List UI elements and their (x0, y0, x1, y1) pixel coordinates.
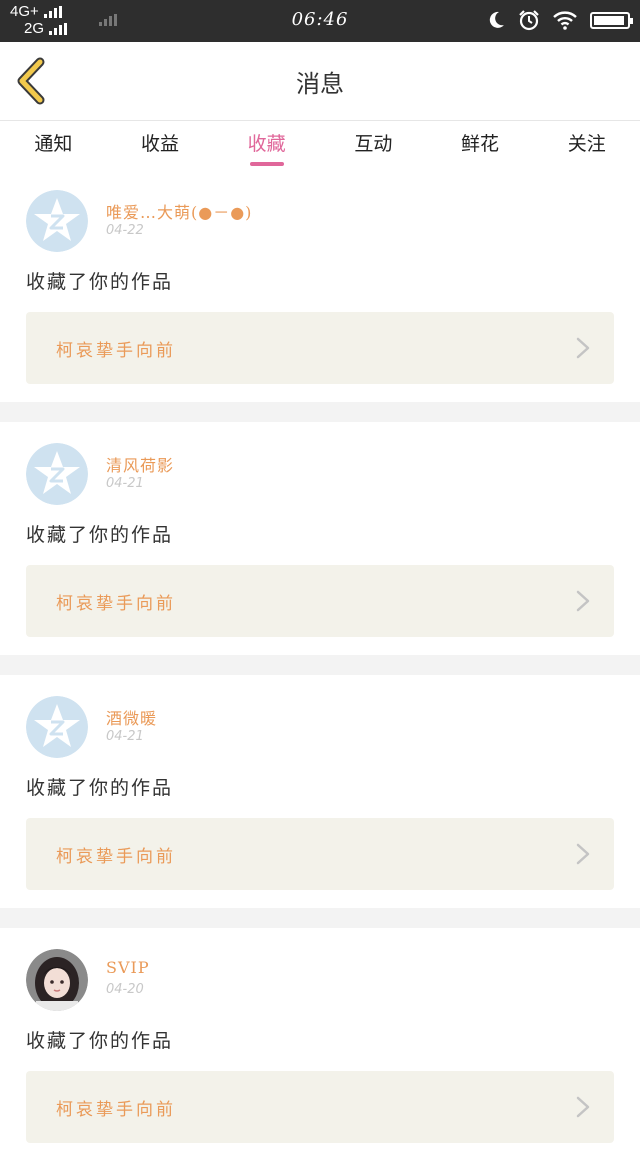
user-photo-avatar (26, 949, 88, 1011)
chevron-right-icon (576, 843, 590, 865)
tab-follows[interactable]: 关注 (533, 121, 640, 169)
message-text: 收藏了你的作品 (26, 1030, 174, 1052)
message-item: 唯爱…大萌(●－●) 04-22 收藏了你的作品 柯哀挚手向前 (0, 169, 640, 402)
message-text: 收藏了你的作品 (26, 271, 174, 293)
chevron-right-icon (576, 337, 590, 359)
status-bar: 4G+ 2G 06:46 (0, 0, 640, 42)
username[interactable]: SVIP (106, 958, 150, 977)
work-title: 柯哀挚手向前 (56, 594, 176, 614)
battery-level (594, 15, 625, 25)
default-avatar-icon (26, 190, 88, 252)
avatar[interactable] (26, 443, 88, 505)
avatar[interactable] (26, 696, 88, 758)
work-title: 柯哀挚手向前 (56, 341, 176, 361)
divider (0, 402, 640, 422)
username[interactable]: 清风荷影 (106, 452, 174, 476)
work-title: 柯哀挚手向前 (56, 847, 176, 867)
tab-notifications[interactable]: 通知 (0, 121, 107, 169)
wifi-icon (553, 11, 577, 30)
message-text: 收藏了你的作品 (26, 777, 174, 799)
work-title: 柯哀挚手向前 (56, 1100, 176, 1120)
message-item: SVIP 04-20 收藏了你的作品 柯哀挚手向前 (0, 928, 640, 1161)
avatar[interactable] (26, 190, 88, 252)
message-date: 04-21 (106, 476, 144, 491)
message-item: 酒微暖 04-21 收藏了你的作品 柯哀挚手向前 (0, 675, 640, 908)
work-link[interactable]: 柯哀挚手向前 (26, 565, 614, 637)
message-item: 清风荷影 04-21 收藏了你的作品 柯哀挚手向前 (0, 422, 640, 655)
divider (0, 655, 640, 675)
username[interactable]: 唯爱…大萌(●－●) (106, 199, 252, 223)
avatar[interactable] (26, 949, 88, 1011)
moon-icon (489, 11, 504, 28)
tab-flowers[interactable]: 鲜花 (427, 121, 534, 169)
message-text: 收藏了你的作品 (26, 524, 174, 546)
battery-icon (590, 11, 633, 29)
header: 消息 (0, 42, 640, 121)
chevron-right-icon (576, 590, 590, 612)
username[interactable]: 酒微暖 (106, 705, 157, 729)
tab-bar: 通知 收益 收藏 互动 鲜花 关注 (0, 121, 640, 169)
status-icons (486, 9, 633, 31)
page-title: 消息 (296, 70, 344, 98)
divider (0, 908, 640, 928)
tab-interactions[interactable]: 互动 (320, 121, 427, 169)
tab-earnings[interactable]: 收益 (107, 121, 214, 169)
message-date: 04-21 (106, 729, 144, 744)
default-avatar-icon (26, 443, 88, 505)
default-avatar-icon (26, 696, 88, 758)
tab-favorites[interactable]: 收藏 (213, 121, 320, 169)
message-list: 唯爱…大萌(●－●) 04-22 收藏了你的作品 柯哀挚手向前 清风荷影 04-… (0, 169, 640, 1161)
work-link[interactable]: 柯哀挚手向前 (26, 1071, 614, 1143)
work-link[interactable]: 柯哀挚手向前 (26, 312, 614, 384)
alarm-icon (519, 10, 539, 31)
message-date: 04-22 (106, 223, 144, 238)
chevron-right-icon (576, 1096, 590, 1118)
message-date: 04-20 (106, 982, 144, 997)
work-link[interactable]: 柯哀挚手向前 (26, 818, 614, 890)
